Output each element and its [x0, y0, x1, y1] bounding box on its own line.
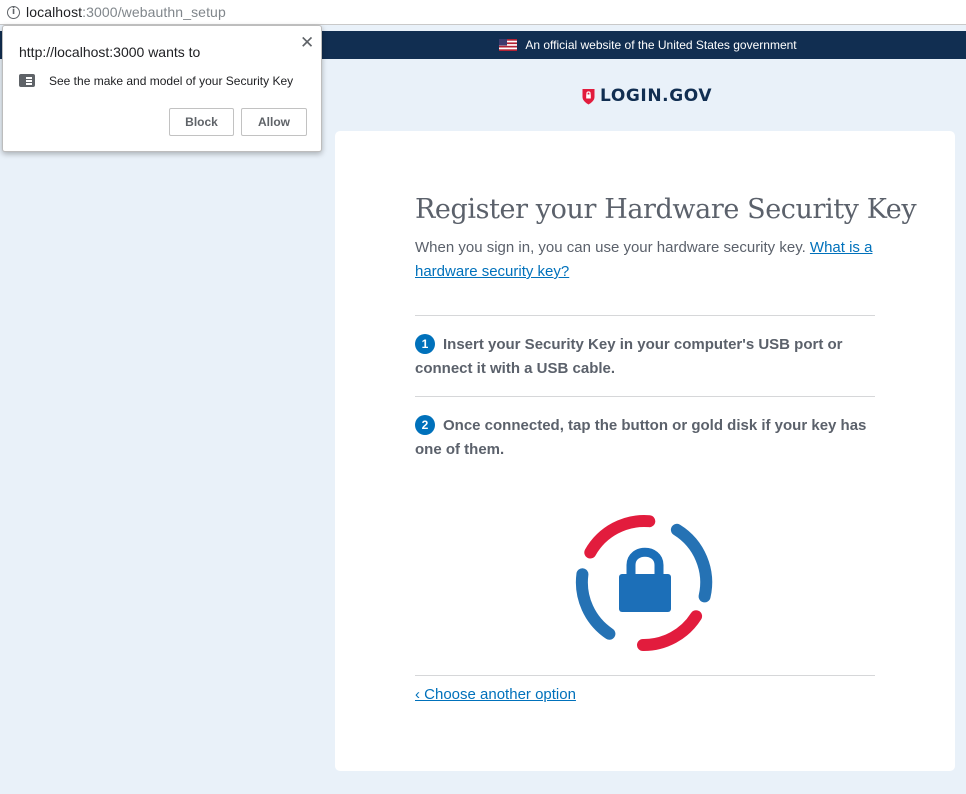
step-1: 1 Insert your Security Key in your comput…	[415, 333, 875, 381]
intro-text: When you sign in, you can use your hardw…	[415, 239, 810, 256]
step-text: Once connected, tap the button or gold d…	[415, 417, 867, 458]
divider	[415, 675, 875, 676]
step-text: Insert your Security Key in your compute…	[415, 336, 843, 377]
ring-arc-red-bottom	[637, 610, 703, 652]
popup-heading: http://localhost:3000 wants to	[19, 44, 201, 60]
choose-another-option-link[interactable]: ‹ Choose another option	[415, 686, 576, 703]
divider	[415, 396, 875, 397]
url-path: :3000/webauthn_setup	[82, 4, 226, 20]
address-bar[interactable]: i localhost:3000/webauthn_setup	[0, 0, 966, 25]
us-flag-icon	[499, 39, 518, 51]
divider	[415, 315, 875, 316]
lock-body	[619, 574, 671, 612]
popup-detail: See the make and model of your Security …	[49, 74, 294, 88]
info-icon[interactable]: i	[7, 5, 20, 19]
allow-button[interactable]: Allow	[241, 108, 307, 136]
url-host: localhost	[26, 4, 83, 20]
permission-popup: ✕ http://localhost:3000 wants to See the…	[2, 25, 322, 152]
banner-text: An official website of the United States…	[525, 38, 797, 52]
logo-text: LOGIN.GOV	[600, 86, 713, 106]
ring-arc-blue-right	[670, 523, 713, 603]
login-gov-logo[interactable]: LOGIN.GOV	[582, 86, 712, 106]
intro-paragraph: When you sign in, you can use your hardw…	[415, 236, 877, 284]
ring-arc-blue-left	[575, 568, 616, 640]
step-number-badge: 1	[415, 334, 435, 354]
step-number-badge: 2	[415, 415, 435, 435]
security-key-icon	[19, 74, 35, 87]
page-title: Register your Hardware Security Key	[415, 194, 917, 225]
shield-lock-icon	[582, 88, 595, 104]
step-2: 2 Once connected, tap the button or gold …	[415, 414, 875, 462]
security-key-lock-icon	[575, 515, 713, 652]
close-icon[interactable]: ✕	[300, 33, 314, 53]
ring-arc-red-top	[584, 515, 656, 559]
url-text[interactable]: localhost:3000/webauthn_setup	[26, 4, 226, 20]
lock-shackle	[626, 547, 664, 576]
block-button[interactable]: Block	[169, 108, 234, 136]
